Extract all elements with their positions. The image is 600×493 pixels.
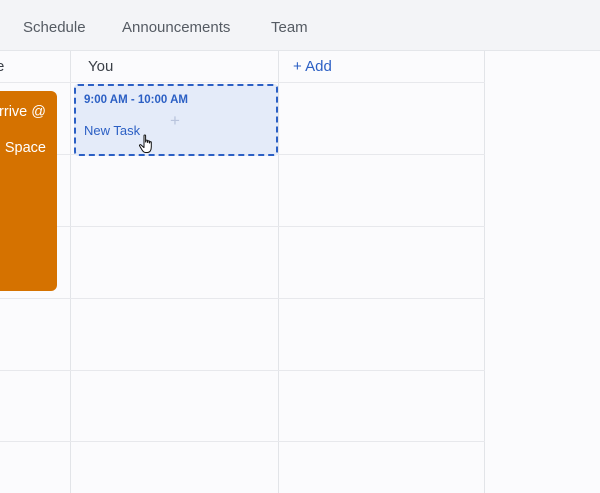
hand-pointer-icon [138,134,152,153]
column-header-you: You [88,58,114,75]
task-time-range: 9:00 AM - 10:00 AM [84,94,188,106]
tab-team[interactable]: Team [271,19,308,36]
tab-announcements[interactable]: Announcements [122,19,230,36]
plus-icon: + [170,111,180,130]
event-location-line: Space [4,140,46,156]
top-nav-bar: Schedule Announcements Team [0,0,600,51]
add-column-button[interactable]: + Add [293,58,332,75]
row-divider [0,298,485,299]
schedule-grid: e You + Add rrive @ Space 9:00 AM - 10:0… [0,51,600,493]
row-divider [0,370,485,371]
new-task-block[interactable]: 9:00 AM - 10:00 AM + New Task [74,84,278,156]
row-divider [0,441,485,442]
column-header-other: e [0,58,5,75]
event-card-orange[interactable]: rrive @ Space [0,91,57,291]
row-divider [0,82,485,83]
event-title-line: rrive @ [0,104,46,120]
task-name: New Task [84,123,141,138]
column-divider [278,51,279,493]
column-divider [484,51,485,493]
tab-schedule[interactable]: Schedule [23,19,86,36]
column-divider [70,51,71,493]
row-divider [0,226,485,227]
